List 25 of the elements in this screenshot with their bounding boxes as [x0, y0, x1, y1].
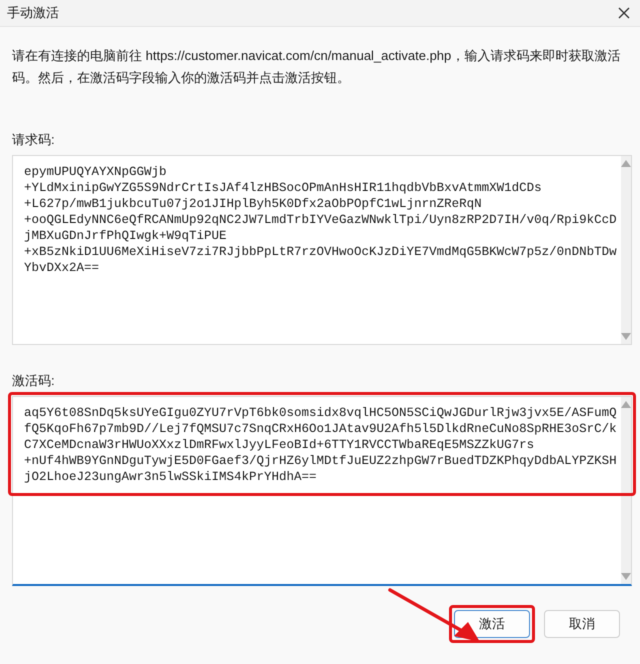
- dialog-button[interactable]: 激活: [454, 610, 530, 638]
- close-icon[interactable]: [618, 7, 630, 19]
- code-line: +YLdMxinipGwYZG5S9NdrCrtIsJAf4lzHBSocOPmAnHsHIR11hqdbVbBxvAtmmXW1dCDs: [24, 180, 542, 196]
- code-text-area[interactable]: [12, 396, 632, 586]
- dialog-button[interactable]: 取消: [544, 610, 620, 638]
- field-label: 激活码:: [12, 372, 55, 390]
- code-line: jMBXuGDnJrfPhQIwgk+W9qTiPUE: [24, 228, 227, 244]
- scroll-down-icon[interactable]: [620, 573, 631, 580]
- instruction-text: 请在有连接的电脑前往 https://customer.navicat.com/cn/manual_activate.php，输入请求码来即时获取激活码。然后，在激活码字段输入你的激活码并点击激活按钮。: [12, 47, 622, 87]
- scroll-up-icon[interactable]: [620, 401, 631, 408]
- code-line: +ooQGLEdyNNC6eQfRCANmUp92qNC2JW7LmdTrbIYVeGazWNwklTpi/Uyn8zRP2D7IH/v0q/Rpi9kCcD: [24, 212, 617, 228]
- code-line: +L627p/mwB1jukbcuTu07j2o1JIHplByh5K0Dfx2aObPOpfC1wLjnrnZReRqN: [24, 196, 482, 212]
- code-line: jO2LhoeJ23ungAwr3n5lwSSkiIMS4kPrYHdhA==: [24, 469, 317, 485]
- code-line: +xB5zNkiD1UU6MeXiHiseV7zi7RJjbbPpLtR7rzOVHwoOcKJzDiYE7VmdMqG5BKWcW7p5z/0nDNbTDw: [24, 244, 617, 260]
- scroll-down-icon[interactable]: [620, 332, 631, 340]
- code-line: +nUf4hWB9YGnNDguTywjE5D0FGaef3/QjrHZ6ylMDtfJuEUZ2zhpGW7rBuedTDZKPhqyDdbALYPZKSH: [24, 453, 617, 469]
- code-line: epymUPUQYAYXNpGGWjb: [24, 164, 167, 180]
- scroll-up-icon[interactable]: [620, 160, 631, 166]
- code-line: YbvDXx2A==: [24, 260, 100, 276]
- window-title: 手动激活: [7, 4, 59, 22]
- code-line: fQ5KqoFh67p7mb9D//Lej7fQMSU7c7SnqCRxH6Oo1JAtav9U2Afh5l5DlkdRneCuNo8SpRHE3oSrC/k: [24, 421, 617, 437]
- code-line: C7XCeMDcnaW3rHWUoXXxzlDmRFwxlJyyLFeoBId+6TTY1RVCCTWbaREqE5MSZZkUG7rs: [24, 437, 534, 453]
- field-label: 请求码:: [12, 131, 55, 149]
- code-line: aq5Y6t08SnDq5ksUYeGIgu0ZYU7rVpT6bk0somsidx8vqlHC5ON5SCiQwJGDurlRjw3jvx5E/ASFumQ: [24, 405, 617, 421]
- code-text-area[interactable]: [12, 154, 632, 344]
